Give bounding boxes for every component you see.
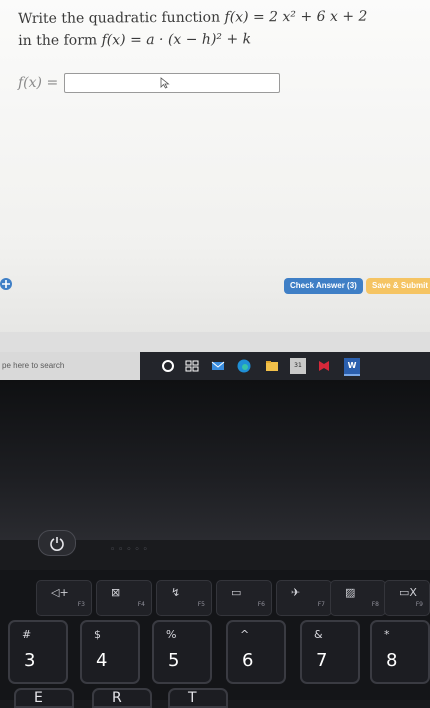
key-6[interactable]: ^ 6 — [226, 620, 286, 684]
answer-input[interactable] — [64, 73, 281, 93]
edge-browser-icon[interactable] — [236, 358, 252, 374]
mic-mute-icon: ⊠ — [111, 586, 121, 599]
word-icon[interactable]: W — [344, 358, 360, 376]
taskbar-search-box[interactable]: pe here to search — [0, 352, 140, 380]
airplane-icon: ✈ — [291, 586, 301, 599]
key-7[interactable]: & 7 — [300, 620, 360, 684]
question-line-2: in the form f(x) = a · (x − h)² + k — [18, 27, 418, 52]
quadratic-function: f(x) = 2 x² + 6 x + 2 — [224, 8, 368, 26]
mouse-cursor-icon — [160, 77, 170, 89]
cortana-icon[interactable] — [160, 358, 176, 374]
power-button[interactable] — [38, 530, 76, 556]
key-4[interactable]: $ 4 — [80, 620, 140, 684]
answer-row: f(x) = — [18, 70, 281, 96]
key-t[interactable]: T — [168, 688, 228, 708]
laptop-bezel — [0, 380, 430, 540]
refresh-icon: ↯ — [171, 586, 181, 599]
screen-off-icon: ▭X — [399, 586, 417, 599]
browser-page: Write the quadratic function f(x) = 2 x²… — [0, 0, 430, 352]
status-indicator-lights: ◦ ◦ ◦ ◦ ◦ — [110, 545, 148, 555]
volume-up-icon: ◁+ — [51, 586, 69, 599]
key-8[interactable]: * 8 — [370, 620, 430, 684]
answer-label: f(x) = — [18, 75, 59, 91]
display-icon: ▨ — [345, 586, 356, 599]
key-f4[interactable]: ⊠ F4 — [96, 580, 152, 616]
key-e[interactable]: E — [14, 688, 74, 708]
calendar-icon[interactable]: 31 — [290, 358, 306, 374]
task-view-icon[interactable] — [184, 358, 200, 374]
key-f6[interactable]: ▭ F6 — [216, 580, 272, 616]
key-f5[interactable]: ↯ F5 — [156, 580, 212, 616]
check-answer-button[interactable]: Check Answer (3) — [284, 278, 363, 294]
key-f3[interactable]: ◁+ F3 — [36, 580, 92, 616]
power-icon — [50, 537, 64, 551]
mcafee-icon[interactable] — [316, 358, 332, 374]
question-text: Write the quadratic function f(x) = 2 x²… — [18, 5, 418, 52]
page-bottom-strip — [0, 332, 430, 352]
save-submit-button[interactable]: Save & Submit — [366, 278, 430, 294]
touchpad-icon: ▭ — [231, 586, 242, 599]
question-line-1: Write the quadratic function f(x) = 2 x²… — [18, 5, 418, 30]
vertex-form: f(x) = a · (x − h)² + k — [101, 31, 252, 49]
question-prefix-2: in the form — [18, 32, 98, 49]
file-explorer-icon[interactable] — [264, 358, 280, 374]
mail-icon[interactable] — [210, 358, 226, 374]
key-f8[interactable]: ▨ F8 — [330, 580, 386, 616]
key-r[interactable]: R — [92, 688, 152, 708]
key-f9[interactable]: ▭X F9 — [384, 580, 430, 616]
move-arrows-icon[interactable] — [0, 276, 16, 292]
key-3[interactable]: # 3 — [8, 620, 68, 684]
windows-taskbar: pe here to search 31 W — [0, 352, 430, 380]
key-f7[interactable]: ✈ F7 — [276, 580, 332, 616]
question-prefix-1: Write the quadratic function — [18, 9, 221, 27]
key-5[interactable]: % 5 — [152, 620, 212, 684]
